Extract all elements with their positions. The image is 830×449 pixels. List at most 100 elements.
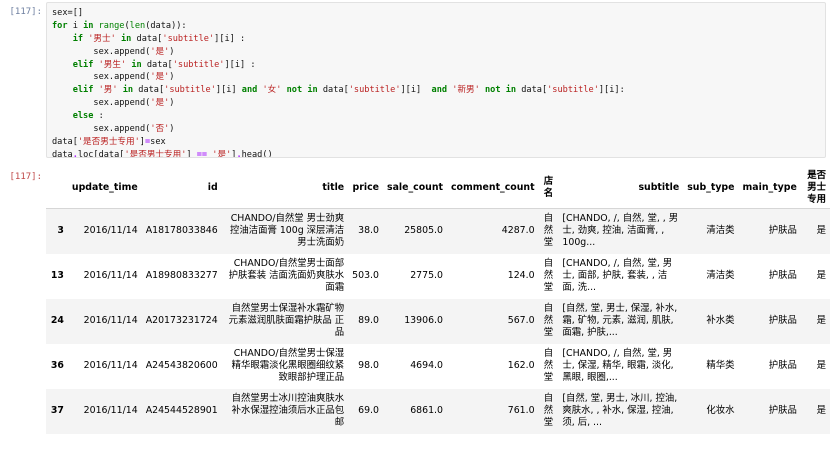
code-token: sex.append( [52, 124, 151, 135]
code-token: sex.append( [52, 72, 151, 83]
code-line: sex=[] [52, 7, 820, 20]
code-cell[interactable]: sex=[] for i in range(len(data)): if '男士'… [46, 2, 826, 158]
cell-sale-count: 25805.0 [404, 225, 443, 237]
index-header [46, 168, 68, 209]
column-header-shop: 店名 [538, 168, 559, 209]
dataframe-output: update_time id title price sale_count co… [46, 168, 830, 434]
cell-id: A20173231724 [145, 315, 218, 326]
code-token: '男生' [98, 59, 127, 70]
code-token: == [196, 149, 208, 158]
code-line: data.loc[data['是否男士专用'] == '是'].head() [52, 149, 820, 158]
code-token: '新男' [452, 85, 480, 96]
cell-update-time: 2016/11/14 [83, 405, 138, 416]
cell-update-time: 2016/11/14 [83, 270, 138, 281]
code-token: data[ [131, 33, 163, 44]
cell-male: 是 [816, 360, 826, 371]
cell-sub-type: 补水类 [706, 315, 735, 326]
table-row: 37 2016/11/14 A24544528901 自然堂男士冰川控油爽肤水 … [46, 388, 830, 434]
cell-subtitle: [CHANDO, /, 自然, 堂, 男士, 面部, 护肤, 套装, , 洁面,… [562, 258, 673, 293]
code-token: ][i] [215, 85, 242, 96]
table-row: 36 2016/11/14 A24543820600 CHANDO/自然堂男士保… [46, 344, 830, 389]
code-token: data[ [141, 59, 173, 70]
code-token: head() [241, 149, 273, 158]
code-line: sex.append('是') [52, 46, 820, 59]
code-token: 'subtitle' [172, 59, 225, 70]
cell-id: A18980833277 [145, 270, 218, 281]
cell-title: 自然堂男士保湿补水霜矿物元素滋润肌肤面霜护肤品 正品 [228, 303, 345, 338]
cell-comment-count: 162.0 [507, 360, 535, 371]
cell-sub-type: 清洁类 [706, 270, 735, 281]
code-token: i [67, 20, 84, 31]
cell-subtitle: [CHANDO, /, 自然, 堂, 男士, 保湿, 精华, 眼霜, 淡化, 黑… [562, 348, 674, 383]
cell-comment-count: 4287.0 [501, 225, 535, 237]
code-token: if [72, 33, 84, 44]
code-token: '是' [150, 46, 170, 57]
code-token: '是否男士专用' [77, 136, 140, 147]
code-token: ][i]: [598, 85, 625, 96]
cell-male: 是 [816, 270, 826, 281]
code-token: len [129, 20, 146, 31]
code-token: '是' [150, 72, 170, 83]
cell-price: 503.0 [352, 270, 379, 281]
column-header-title: title [221, 168, 349, 209]
cell-title: CHANDO/自然堂男士保湿精华眼霜淡化黑眼圈细纹紧致眼部护理正品 [231, 348, 345, 383]
cell-sale-count: 13906.0 [404, 315, 443, 326]
code-token: data[ [317, 85, 349, 96]
code-token: in [83, 20, 94, 31]
cell-update-time: 2016/11/14 [83, 360, 138, 371]
column-header-sale-count: sale_count [383, 168, 447, 209]
code-token: ) [169, 124, 175, 135]
cell-main-type: 护肤品 [768, 405, 797, 416]
column-header-price: price [348, 168, 383, 209]
code-token: range [98, 20, 125, 31]
column-header-subtitle: subtitle [558, 168, 684, 209]
code-token: '否' [150, 124, 170, 135]
code-token: sex.append( [52, 46, 151, 57]
code-token: ) [169, 98, 175, 109]
code-token: '是否男士专用' [124, 149, 187, 158]
cell-subtitle: [自然, 堂, 男士, 保湿, 补水, 霜, 矿物, 元素, 滋润, 肌肤, 面… [562, 303, 678, 338]
code-token: ) [169, 72, 175, 83]
cell-id: A18178033846 [145, 225, 218, 237]
cell-main-type: 护肤品 [768, 270, 797, 281]
code-token: data[ [516, 85, 548, 96]
code-token: '男' [98, 85, 118, 96]
code-token: (data)): [145, 20, 187, 31]
cell-sub-type: 清洁类 [706, 225, 735, 237]
cell-main-type: 护肤品 [768, 225, 797, 237]
code-token: in [122, 85, 134, 96]
code-line: sex.append('是') [52, 97, 820, 110]
code-line: for i in range(len(data)): [52, 20, 820, 33]
cell-male: 是 [816, 225, 826, 237]
column-header-comment-count: comment_count [447, 168, 539, 209]
row-index: 13 [50, 270, 64, 281]
code-token: in [131, 59, 142, 70]
code-token: elif [72, 85, 94, 96]
code-line: data['是否男士专用']=sex [52, 136, 820, 149]
cell-price: 69.0 [358, 405, 379, 416]
column-header-update-time: update_time [67, 168, 142, 209]
code-line: elif '男生' in data['subtitle'][i] : [52, 59, 820, 72]
code-token: ) [169, 46, 175, 57]
code-line: else : [52, 110, 820, 123]
code-token: ][i] : [214, 33, 246, 44]
code-line: sex.append('否') [52, 123, 820, 136]
code-token: in [307, 85, 318, 96]
cell-title: CHANDO/自然堂男士面部护肤套装 洁面洗面奶爽肤水面霜 [228, 258, 345, 293]
cell-price: 98.0 [358, 360, 379, 371]
cell-male: 是 [816, 315, 826, 326]
code-token: sex.append( [52, 98, 151, 109]
cell-subtitle: [自然, 堂, 男士, 冰川, 控油, 爽肤水, , 补水, 保湿, 控油, 须… [562, 393, 678, 428]
code-token: in [505, 85, 517, 96]
row-index: 24 [50, 315, 64, 326]
cell-comment-count: 567.0 [507, 315, 535, 326]
code-token: data [52, 149, 73, 158]
code-token: and [241, 85, 258, 96]
table-row: 3 2016/11/14 A18178033846 CHANDO/自然堂 男士劲… [46, 208, 830, 254]
code-token: elif [72, 59, 94, 70]
code-token: ] [186, 149, 197, 158]
table-row: 13 2016/11/14 A18980833277 CHANDO/自然堂男士面… [46, 254, 830, 299]
cell-sale-count: 2775.0 [410, 270, 443, 281]
